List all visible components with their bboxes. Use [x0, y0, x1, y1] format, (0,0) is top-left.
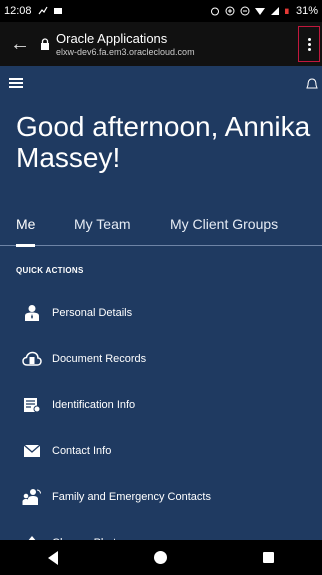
cell-signal-icon — [270, 7, 279, 15]
address-field[interactable]: Oracle Applications elxw-dev6.fa.em3.ora… — [56, 31, 298, 58]
signal-notification-icon — [38, 6, 48, 15]
browser-toolbar: ← Oracle Applications elxw-dev6.fa.em3.o… — [0, 22, 322, 66]
app-header — [0, 66, 322, 106]
battery-level: 31% — [295, 5, 318, 17]
status-bar: 12:08 31% — [0, 0, 322, 22]
page-url: elxw-dev6.fa.em3.oraclecloud.com — [56, 46, 195, 57]
wifi-icon — [254, 8, 265, 15]
quick-action-family-emergency-contacts[interactable]: Family and Emergency Contacts — [0, 474, 322, 520]
back-arrow-icon[interactable]: ← — [0, 33, 40, 56]
greeting-heading: Good afternoon, Annika Massey! — [16, 111, 311, 173]
document-cloud-icon — [22, 351, 42, 366]
quick-action-label: Identification Info — [52, 399, 136, 411]
family-icon — [22, 489, 41, 505]
more-vert-icon — [307, 37, 311, 41]
quick-action-label: Family and Emergency Contacts — [52, 491, 211, 503]
tab-my-client-groups[interactable]: My Client Groups — [170, 216, 278, 232]
system-navigation-bar — [0, 540, 322, 575]
tab-my-team[interactable]: My Team — [74, 216, 131, 232]
quick-action-document-records[interactable]: Document Records — [0, 336, 322, 382]
nav-recents-icon[interactable] — [263, 552, 274, 563]
quick-action-label: Personal Details — [52, 307, 133, 319]
status-time: 12:08 — [4, 5, 32, 17]
person-icon — [25, 305, 39, 321]
image-notification-icon — [53, 8, 62, 14]
quick-action-contact-info[interactable]: Contact Info — [0, 428, 322, 474]
id-card-icon — [24, 398, 41, 413]
data-saver-icon — [225, 6, 235, 16]
quick-action-label: Document Records — [52, 353, 147, 365]
quick-actions-list: Personal Details Document Records Identi… — [0, 290, 322, 566]
quick-actions-heading: QUICK ACTIONS — [16, 266, 84, 275]
notifications-icon[interactable] — [306, 78, 318, 92]
nav-back-icon[interactable] — [48, 550, 58, 565]
hamburger-menu-icon[interactable] — [9, 78, 23, 88]
alarm-icon — [210, 7, 219, 16]
quick-action-identification-info[interactable]: Identification Info — [0, 382, 322, 428]
envelope-icon — [23, 444, 41, 457]
page-title: Oracle Applications — [56, 30, 168, 46]
tab-bar: Me My Team My Client Groups — [0, 208, 322, 247]
tab-me[interactable]: Me — [16, 216, 36, 247]
battery-icon — [284, 8, 289, 14]
quick-action-personal-details[interactable]: Personal Details — [0, 290, 322, 336]
lock-icon — [41, 38, 49, 50]
more-options-button[interactable] — [298, 26, 320, 62]
quick-action-label: Contact Info — [52, 445, 112, 457]
dnd-icon — [240, 6, 250, 16]
nav-home-icon[interactable] — [154, 551, 167, 564]
